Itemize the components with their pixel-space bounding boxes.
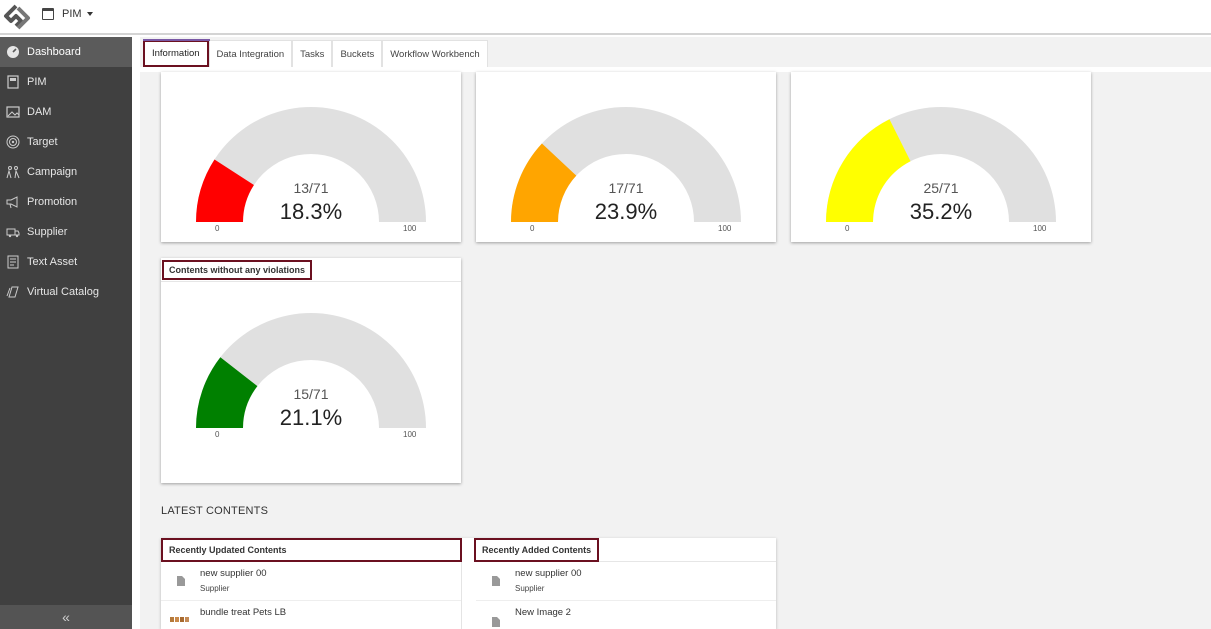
list-title: Recently Updated Contents xyxy=(161,538,462,562)
document-icon xyxy=(177,576,185,586)
tab-buckets[interactable]: Buckets xyxy=(332,40,383,67)
sidebar-item-campaign[interactable]: Campaign xyxy=(0,157,132,187)
image-icon xyxy=(6,105,20,119)
gauge-min-label: 0 xyxy=(530,224,535,233)
list-item[interactable]: new supplier 00 Supplier xyxy=(161,562,461,601)
list-header: Recently Updated Contents xyxy=(161,538,462,562)
list-header: Recently Added Contents xyxy=(474,538,776,562)
product-thumbnail xyxy=(170,617,189,622)
tab-tasks[interactable]: Tasks xyxy=(292,40,333,67)
item-type: Supplier xyxy=(200,584,230,593)
catalog-icon xyxy=(6,285,20,299)
list-item[interactable]: new supplier 00 Supplier xyxy=(476,562,776,601)
gauge-fraction: 15/71 xyxy=(293,386,329,402)
sidebar-item-dam[interactable]: DAM xyxy=(0,97,132,127)
gauge-max-label: 100 xyxy=(1033,224,1047,233)
gauge-min-label: 0 xyxy=(845,224,850,233)
gauge-percent: 23.9% xyxy=(594,199,658,224)
sidebar-item-label: Promotion xyxy=(27,196,78,208)
document-icon xyxy=(492,617,500,627)
document-icon xyxy=(492,576,500,586)
list-title: Recently Added Contents xyxy=(474,538,600,562)
list-item[interactable]: bundle treat Pets LB xyxy=(161,601,461,629)
sidebar-item-label: Text Asset xyxy=(27,256,78,268)
gauge-max-label: 100 xyxy=(403,224,417,233)
sidebar-item-supplier[interactable]: Supplier xyxy=(0,217,132,247)
latest-contents-card: Recently Updated Contents new supplier 0… xyxy=(161,538,776,629)
gauge-card: 13/71 18.3% 0 100 xyxy=(161,72,461,242)
gauge-card: 17/71 23.9% 0 100 xyxy=(476,72,776,242)
recently-added-list: Recently Added Contents new supplier 00 … xyxy=(474,538,776,629)
target-icon xyxy=(6,135,20,149)
pim-icon xyxy=(6,75,20,89)
sidebar-item-target[interactable]: Target xyxy=(0,127,132,157)
item-title: New Image 2 xyxy=(515,607,571,618)
gauge-fraction: 17/71 xyxy=(608,180,644,196)
document-icon xyxy=(6,255,20,269)
item-type: Supplier xyxy=(515,584,545,593)
caret-down-icon xyxy=(86,12,93,16)
sidebar-item-label: DAM xyxy=(27,106,52,118)
list-item[interactable]: New Image 2 xyxy=(476,601,776,629)
gauge-max-label: 100 xyxy=(403,430,417,439)
sidebar-item-promotion[interactable]: Promotion xyxy=(0,187,132,217)
truck-icon xyxy=(6,225,20,239)
sidebar-item-virtual-catalog[interactable]: Virtual Catalog xyxy=(0,277,132,307)
megaphone-icon xyxy=(6,195,20,209)
collapse-sidebar-button[interactable]: « xyxy=(0,605,132,629)
item-title: new supplier 00 xyxy=(515,568,582,579)
app-window-icon xyxy=(42,8,54,20)
sidebar-item-label: Dashboard xyxy=(27,46,81,58)
app-switcher-label: PIM xyxy=(62,8,82,20)
dashboard-icon xyxy=(6,45,20,59)
gauge-percent: 21.1% xyxy=(279,405,343,430)
gauge-card-no-violations: Contents without any violations 15/71 21.… xyxy=(161,258,461,483)
logo-icon[interactable] xyxy=(2,3,32,31)
tab-information[interactable]: Information xyxy=(143,39,210,67)
gauge-percent: 18.3% xyxy=(279,199,343,224)
gauge-percent: 35.2% xyxy=(909,199,973,224)
sidebar-item-pim[interactable]: PIM xyxy=(0,67,132,97)
sidebar-item-label: Virtual Catalog xyxy=(27,286,99,298)
sidebar-item-label: Target xyxy=(27,136,58,148)
tab-bar: Information Data Integration Tasks Bucke… xyxy=(143,39,488,67)
item-title: bundle treat Pets LB xyxy=(200,607,287,618)
sidebar-item-label: Campaign xyxy=(27,166,78,178)
campaign-icon xyxy=(6,165,20,179)
gauge-card: 25/71 35.2% 0 100 xyxy=(791,72,1091,242)
sidebar-item-text-asset[interactable]: Text Asset xyxy=(0,247,132,277)
sidebar-item-label: Supplier xyxy=(27,226,68,238)
gauge-max-label: 100 xyxy=(718,224,732,233)
gauge-min-label: 0 xyxy=(215,224,220,233)
tab-data-integration[interactable]: Data Integration xyxy=(208,40,293,67)
sidebar: Dashboard PIM DAM Target Campaign Promot… xyxy=(0,37,132,629)
double-chevron-left-icon: « xyxy=(62,609,70,625)
item-title: new supplier 00 xyxy=(200,568,267,579)
sidebar-item-label: PIM xyxy=(27,76,47,88)
main-left-gutter xyxy=(132,37,140,629)
tab-workflow-workbench[interactable]: Workflow Workbench xyxy=(382,40,488,67)
main-content: Information Data Integration Tasks Bucke… xyxy=(132,37,1211,629)
gauge-fraction: 25/71 xyxy=(923,180,959,196)
app-switcher[interactable]: PIM xyxy=(42,8,93,20)
gauge-chart xyxy=(196,313,426,428)
gauge-min-label: 0 xyxy=(215,430,220,439)
top-bar: PIM xyxy=(0,0,1211,35)
recently-updated-list: Recently Updated Contents new supplier 0… xyxy=(161,538,462,629)
section-title: LATEST CONTENTS xyxy=(161,505,269,517)
sidebar-item-dashboard[interactable]: Dashboard xyxy=(0,37,132,67)
gauge-fraction: 13/71 xyxy=(293,180,329,196)
